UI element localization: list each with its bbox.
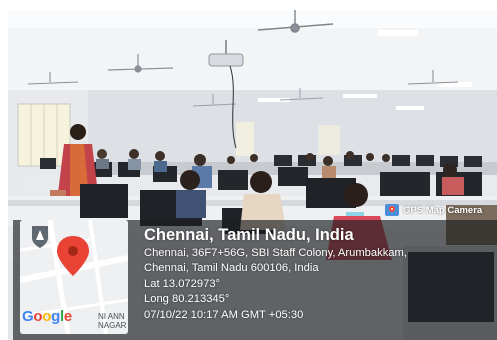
location-info: Chennai, Tamil Nadu, India Chennai, 36F7… (144, 224, 494, 323)
map-thumbnail: Google NI ANN NAGAR (20, 220, 128, 334)
google-logo-g: G (22, 308, 34, 325)
longitude: Long 80.213345° (144, 293, 230, 306)
ceiling-top (8, 10, 497, 28)
ceiling-light (343, 94, 377, 98)
screenshot-frame: GPS Map Camera Google NI ANN NAGAR Chenn… (0, 0, 497, 340)
address-line-2: Chennai, Tamil Nadu 600106, India (144, 262, 319, 275)
ceiling-light (396, 106, 424, 110)
map-street-label: NI ANN NAGAR (98, 312, 127, 330)
brand-label: GPS Map Camera (403, 204, 483, 216)
google-logo-o: o (33, 308, 43, 325)
google-logo-o: o (42, 308, 52, 325)
latitude: Lat 13.072973° (144, 277, 221, 290)
address-line-1: Chennai, 36F7+56G, SBI Staff Colony, Aru… (144, 247, 407, 259)
timestamp: 07/10/22 10:17 AM GMT +05:30 (144, 308, 304, 321)
ceiling-light (378, 30, 418, 36)
gps-map-camera-icon (385, 204, 399, 216)
google-logo: Google (22, 308, 72, 325)
back-door (318, 125, 340, 155)
location-title: Chennai, Tamil Nadu, India (144, 226, 354, 244)
back-door (236, 122, 254, 156)
google-logo-e: e (63, 308, 72, 325)
google-logo-g: g (51, 308, 60, 325)
gps-map-camera-brand: GPS Map Camera (385, 202, 482, 218)
